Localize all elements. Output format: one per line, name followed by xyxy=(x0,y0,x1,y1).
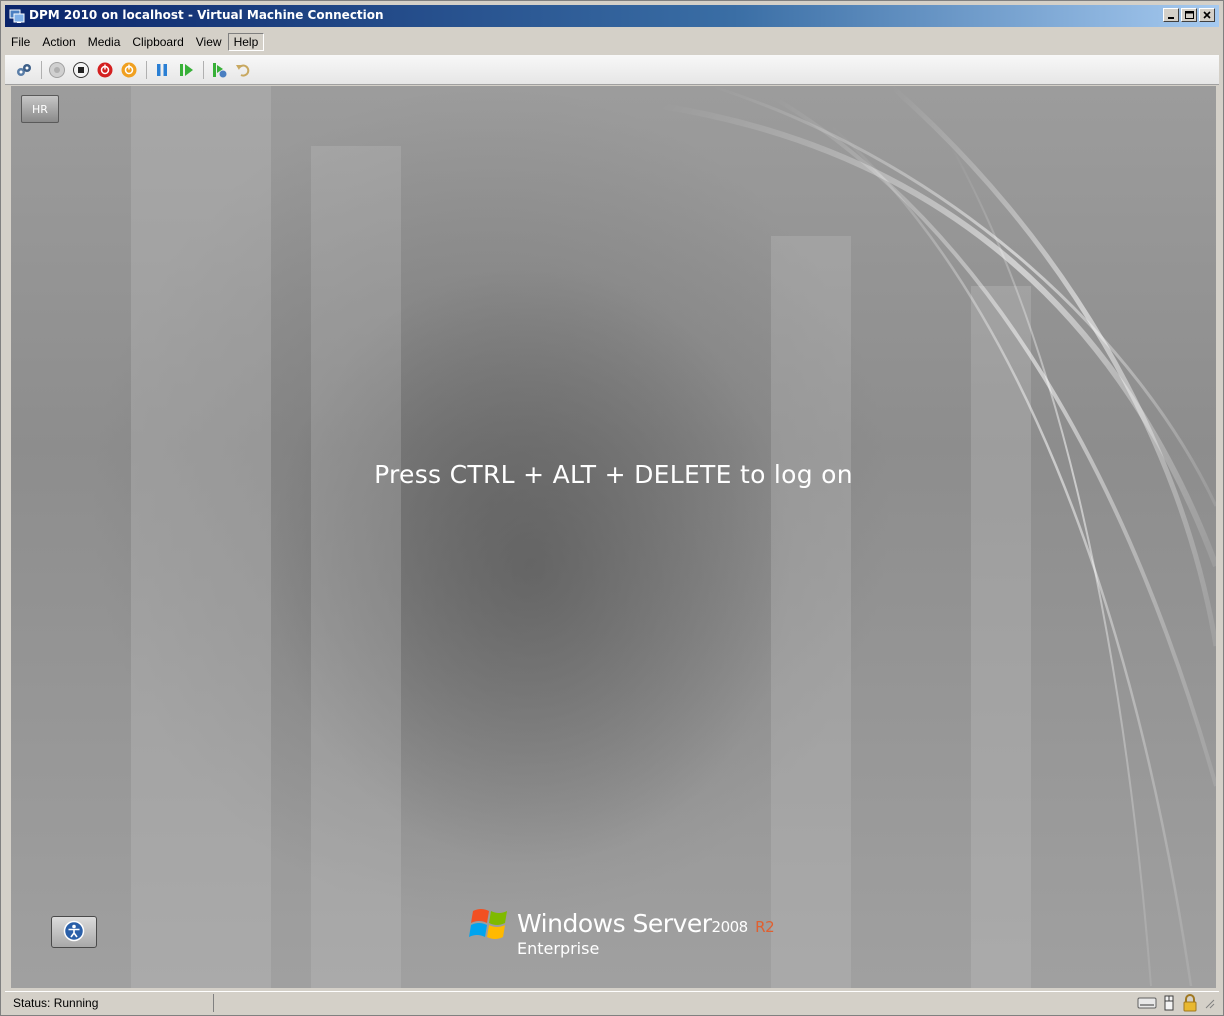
vm-display[interactable]: HR Press CTRL + ALT + DELETE to log on W… xyxy=(11,86,1216,988)
toolbar-separator xyxy=(203,60,204,79)
revert-icon[interactable] xyxy=(232,59,254,81)
menu-view[interactable]: View xyxy=(190,33,228,51)
status-bar: Status: Running xyxy=(5,991,1219,1014)
ctrl-alt-del-icon[interactable] xyxy=(13,59,35,81)
caption-buttons xyxy=(1161,8,1215,22)
start-icon[interactable] xyxy=(46,59,68,81)
logon-message: Press CTRL + ALT + DELETE to log on xyxy=(374,460,853,489)
menu-clipboard[interactable]: Clipboard xyxy=(126,33,189,51)
minimize-icon[interactable] xyxy=(1163,8,1179,22)
resume-icon[interactable] xyxy=(175,59,197,81)
maximize-icon[interactable] xyxy=(1181,8,1197,22)
menu-action[interactable]: Action xyxy=(36,33,81,51)
ease-of-access-icon xyxy=(63,920,85,945)
product-revision: R2 xyxy=(755,918,775,936)
vm-connection-icon xyxy=(9,8,25,24)
mouse-icon xyxy=(1161,994,1177,1015)
background-streaks xyxy=(131,86,1216,988)
toolbar-separator xyxy=(41,60,42,79)
windows-server-logo: Windows Server2008 R2 Enterprise xyxy=(469,901,789,961)
snapshot-icon[interactable] xyxy=(208,59,230,81)
status-text: Status: Running xyxy=(5,994,214,1012)
toolbar xyxy=(5,55,1219,85)
keyboard-layout-badge[interactable]: HR xyxy=(21,95,59,123)
window-title: DPM 2010 on localhost - Virtual Machine … xyxy=(29,8,384,22)
menu-file[interactable]: File xyxy=(5,33,36,51)
pause-icon[interactable] xyxy=(151,59,173,81)
product-label: Windows Server xyxy=(517,909,712,938)
resize-grip-icon[interactable] xyxy=(1203,997,1215,1012)
ease-of-access-button[interactable] xyxy=(51,916,97,948)
disk-icon xyxy=(1137,995,1157,1014)
toolbar-separator xyxy=(146,60,147,79)
shut-down-icon[interactable] xyxy=(94,59,116,81)
product-edition: Enterprise xyxy=(517,939,600,958)
lock-icon xyxy=(1181,994,1199,1015)
vm-connection-window: DPM 2010 on localhost - Virtual Machine … xyxy=(0,0,1224,1016)
product-name: Windows Server2008 R2 xyxy=(517,909,775,938)
menu-help[interactable]: Help xyxy=(227,33,265,51)
close-icon[interactable] xyxy=(1199,8,1215,22)
save-icon[interactable] xyxy=(118,59,140,81)
menu-bar: File Action Media Clipboard View Help xyxy=(5,31,1219,53)
menu-media[interactable]: Media xyxy=(82,33,127,51)
product-version: 2008 xyxy=(711,918,749,936)
status-tray xyxy=(1137,994,1215,1015)
windows-flag-icon xyxy=(469,905,513,943)
turn-off-icon[interactable] xyxy=(70,59,92,81)
title-bar[interactable]: DPM 2010 on localhost - Virtual Machine … xyxy=(5,5,1219,27)
